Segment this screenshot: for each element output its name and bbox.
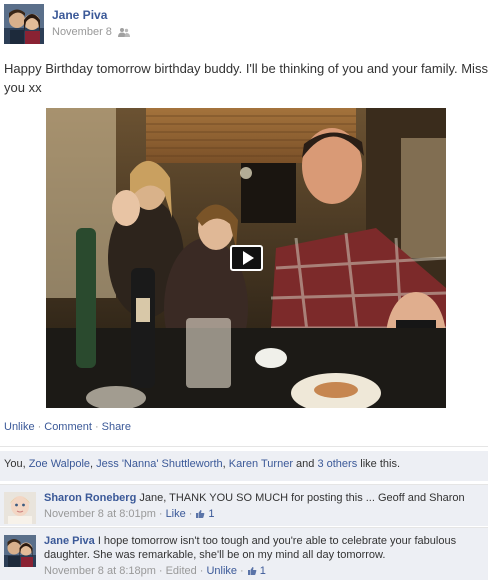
comment-body: Jane Piva I hope tomorrow isn't too toug… (44, 534, 484, 578)
comment-link[interactable]: Comment (44, 421, 92, 433)
comment-text: Jane, THANK YOU SO MUCH for posting this… (136, 492, 465, 504)
author-name-link[interactable]: Jane Piva (52, 8, 107, 22)
unlike-link[interactable]: Unlike (4, 421, 35, 433)
post-meta: November 8 (52, 26, 130, 38)
share-link[interactable]: Share (102, 421, 131, 433)
post-header: Jane Piva November 8 (4, 4, 488, 44)
comment-item: Jane Piva I hope tomorrow isn't too toug… (0, 527, 488, 580)
play-button[interactable] (230, 245, 263, 271)
likes-and: and (292, 458, 318, 470)
commenter-name-link[interactable]: Jane Piva (44, 535, 95, 547)
comment-like-count[interactable]: 1 (208, 507, 214, 521)
separator: · (158, 508, 163, 520)
thumbs-up-icon[interactable] (195, 509, 205, 519)
play-icon (242, 251, 254, 265)
comment-like-link[interactable]: Like (166, 507, 186, 521)
comment-text: I hope tomorrow isn't too tough and you'… (44, 535, 457, 561)
likes-suffix: like this. (357, 458, 400, 470)
separator: · (240, 565, 244, 577)
comment-timestamp[interactable]: November 8 at 8:01pm (44, 507, 156, 521)
feedback-section: You, Zoe Walpole, Jess 'Nanna' Shuttlewo… (0, 446, 492, 580)
divider (0, 446, 488, 447)
comment-like-count[interactable]: 1 (260, 564, 266, 578)
separator: · (158, 565, 163, 577)
thumbs-up-icon[interactable] (247, 566, 257, 576)
post-message: Happy Birthday tomorrow birthday buddy. … (4, 61, 488, 95)
likes-prefix: You, (4, 458, 29, 470)
post-actions: Unlike · Comment · Share (4, 421, 131, 433)
commenter-name-link[interactable]: Sharon Roneberg (44, 492, 136, 504)
others-link[interactable]: 3 others (317, 458, 357, 470)
liker-link[interactable]: Karen Turner (229, 458, 293, 470)
friends-icon[interactable] (117, 27, 130, 37)
comment-meta: November 8 at 8:01pm · Like · 1 (44, 507, 484, 521)
comment-item: Sharon Roneberg Jane, THANK YOU SO MUCH … (0, 484, 488, 526)
likes-summary: You, Zoe Walpole, Jess 'Nanna' Shuttlewo… (0, 451, 488, 481)
commenter-avatar[interactable] (4, 492, 36, 524)
post-date[interactable]: November 8 (52, 26, 112, 38)
separator: · (94, 421, 99, 433)
liker-link[interactable]: Zoe Walpole (29, 458, 90, 470)
comment-timestamp[interactable]: November 8 at 8:18pm (44, 564, 156, 578)
edited-label[interactable]: Edited (166, 564, 197, 578)
liker-link[interactable]: Jess 'Nanna' Shuttleworth (96, 458, 223, 470)
separator: · (37, 421, 42, 433)
author-avatar[interactable] (4, 4, 44, 44)
comment-unlike-link[interactable]: Unlike (206, 564, 237, 578)
comment-body: Sharon Roneberg Jane, THANK YOU SO MUCH … (44, 491, 484, 521)
comment-meta: November 8 at 8:18pm · Edited · Unlike ·… (44, 564, 484, 578)
video-player[interactable] (46, 108, 446, 408)
separator: · (199, 565, 204, 577)
commenter-avatar[interactable] (4, 535, 36, 567)
separator: · (188, 508, 193, 520)
